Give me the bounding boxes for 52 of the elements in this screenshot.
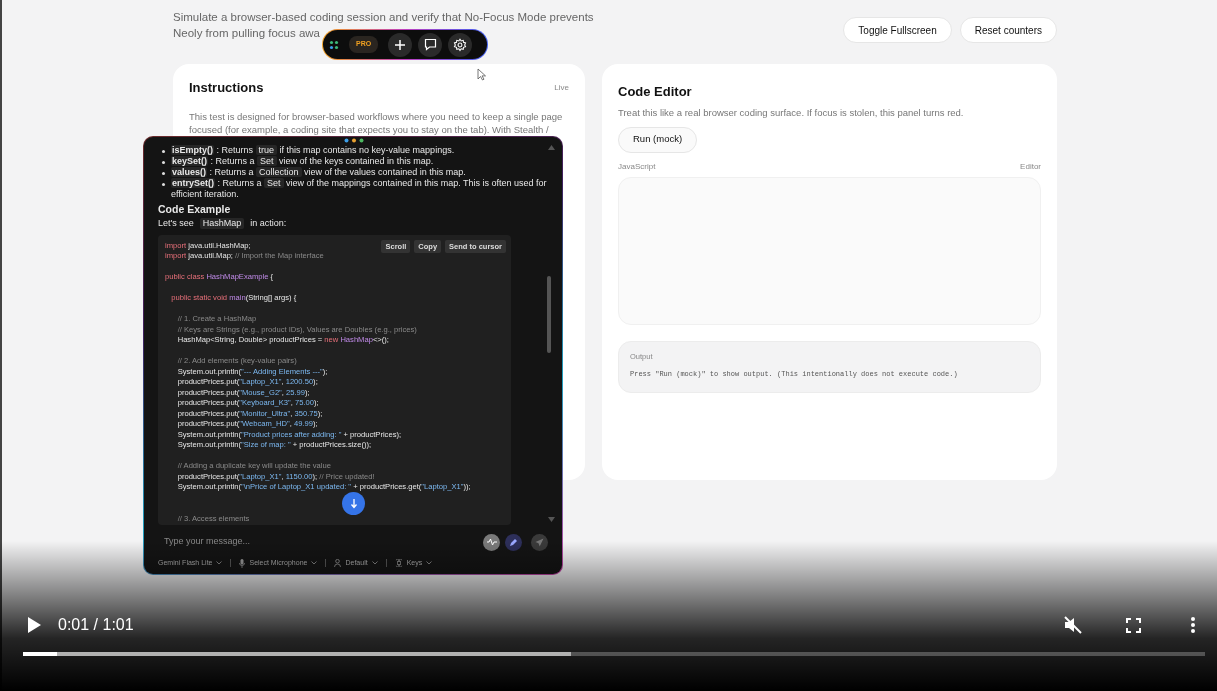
send-button[interactable] [531,533,548,551]
cursor-icon [477,68,486,81]
command-key-icon [394,559,403,568]
intro-text: Let's see HashMap in action: [158,217,288,229]
list-item-text: values() : Returns a Collection view of the values contained in this map. [171,167,466,178]
run-button[interactable]: Run (mock) [618,126,698,153]
list-item-text: isEmpty() : Returns true if this map contains no key-value mappings. [171,145,455,156]
play-icon [27,617,41,633]
section-heading: Code Example [158,202,232,217]
scroll-down-icon[interactable] [548,517,555,522]
loading-dots-icon [344,138,364,143]
send-icon [535,537,544,547]
header-button[interactable]: Reset counters [959,17,1057,43]
person-icon [334,559,342,568]
settings-icon [453,37,468,52]
caret-icon [216,561,223,566]
arrow-down-icon [349,498,358,509]
add-button[interactable] [388,32,413,57]
bullet-icon [162,150,165,153]
status-label: Live [554,81,569,94]
caret-icon [371,561,378,566]
bullet-icon [162,161,165,164]
more-icon [1191,617,1195,633]
instructions-text: This test is designed for browser-based workflows where you need to keep a single page focused (for example, a coding site that expects you to stay on the tab). With Stealth / [189,109,564,136]
scrollbar[interactable] [547,276,551,353]
bullet-icon [162,172,165,175]
pen-icon [509,537,518,547]
language-label: JavaScript [618,160,656,173]
caret-icon [311,561,318,566]
header-button[interactable]: Toggle Fullscreen [843,17,952,43]
scroll-up-icon[interactable] [548,145,555,150]
caret-icon [426,561,433,566]
progress-track[interactable] [23,652,1205,656]
list-item-text: keySet() : Returns a Set view of the keys contained in this map. [171,156,434,167]
editor-label: Editor [1020,160,1041,173]
microphone-icon [239,558,246,568]
waveform-icon [486,538,497,546]
voice-button[interactable] [483,533,500,551]
pen-button[interactable] [505,533,522,551]
bullet-icon [162,183,165,186]
settings-button[interactable] [448,32,473,57]
panel-description: Treat this like a real browser coding surface. If focus is stolen, this panel turns red. [618,105,965,119]
panel-title: Instructions [189,79,264,97]
message-input[interactable]: Type your message... [152,535,478,549]
grid-icon[interactable] [329,39,339,50]
fullscreen-icon [1125,617,1141,633]
time-display: 0:01 / 1:01 [58,615,134,635]
chat-icon [423,38,437,51]
chat-button[interactable] [418,32,443,57]
plus-icon [394,38,407,51]
list-item-text: entrySet() : Returns a Set view of the mappings contained in this map. This is often used for efficient iteration. [171,178,548,200]
panel-title: Code Editor [618,83,693,101]
